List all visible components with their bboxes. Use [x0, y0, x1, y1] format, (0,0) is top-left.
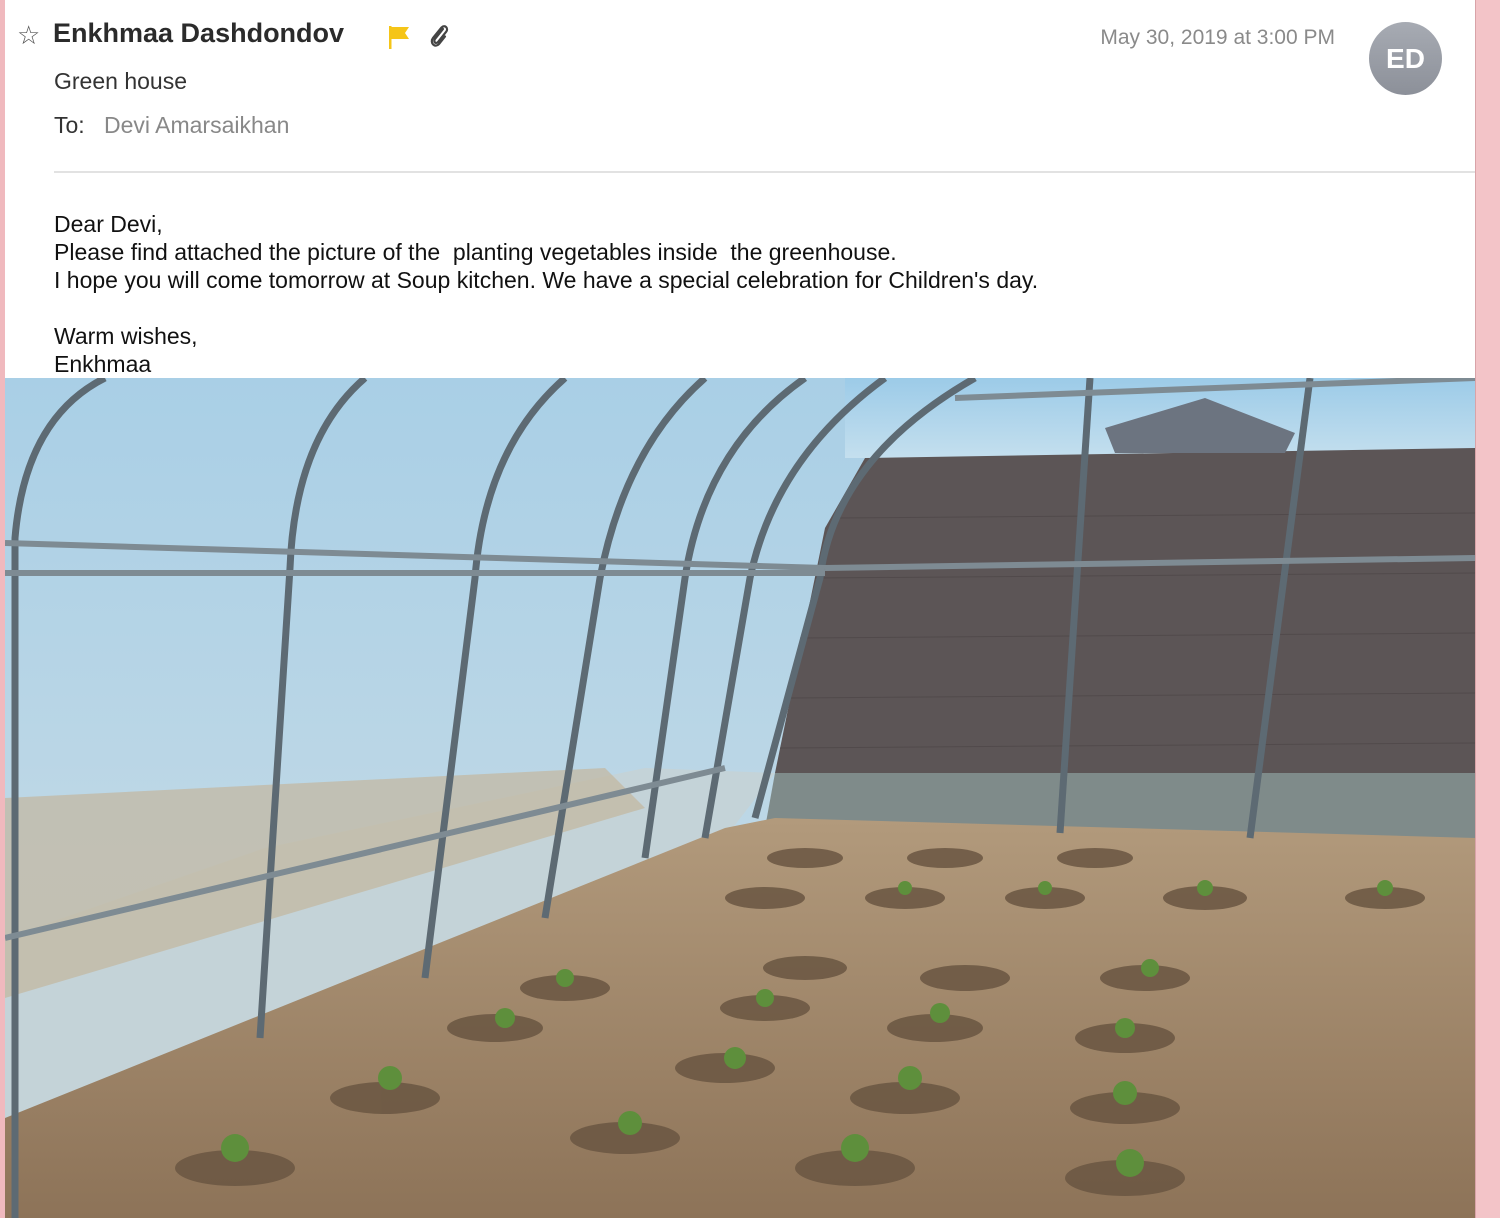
header-divider	[54, 171, 1475, 173]
sender-avatar[interactable]: ED	[1369, 22, 1442, 95]
flag-icon[interactable]	[387, 24, 411, 50]
body-blank-line	[54, 294, 1038, 322]
greenhouse-photo-illustration	[5, 378, 1475, 1218]
window-edge-right	[1475, 0, 1500, 1218]
recipient-name[interactable]: Devi Amarsaikhan	[104, 112, 289, 139]
attached-greenhouse-photo[interactable]	[5, 378, 1475, 1218]
body-greeting: Dear Devi,	[54, 211, 163, 237]
body-line-2: I hope you will come tomorrow at Soup ki…	[54, 267, 1039, 293]
body-line-1: Please find attached the picture of the …	[54, 239, 897, 265]
body-closing: Warm wishes,	[54, 323, 198, 349]
sender-name[interactable]: Enkhmaa Dashdondov	[53, 18, 344, 49]
message-date: May 30, 2019 at 3:00 PM	[1100, 26, 1335, 49]
body-signature: Enkhmaa	[54, 351, 152, 377]
to-label: To:	[54, 112, 85, 138]
paperclip-icon[interactable]	[428, 22, 450, 50]
message-body: Dear Devi, Please find attached the pict…	[54, 210, 1038, 378]
star-icon[interactable]: ☆	[17, 20, 40, 50]
message-subject: Green house	[54, 68, 187, 94]
